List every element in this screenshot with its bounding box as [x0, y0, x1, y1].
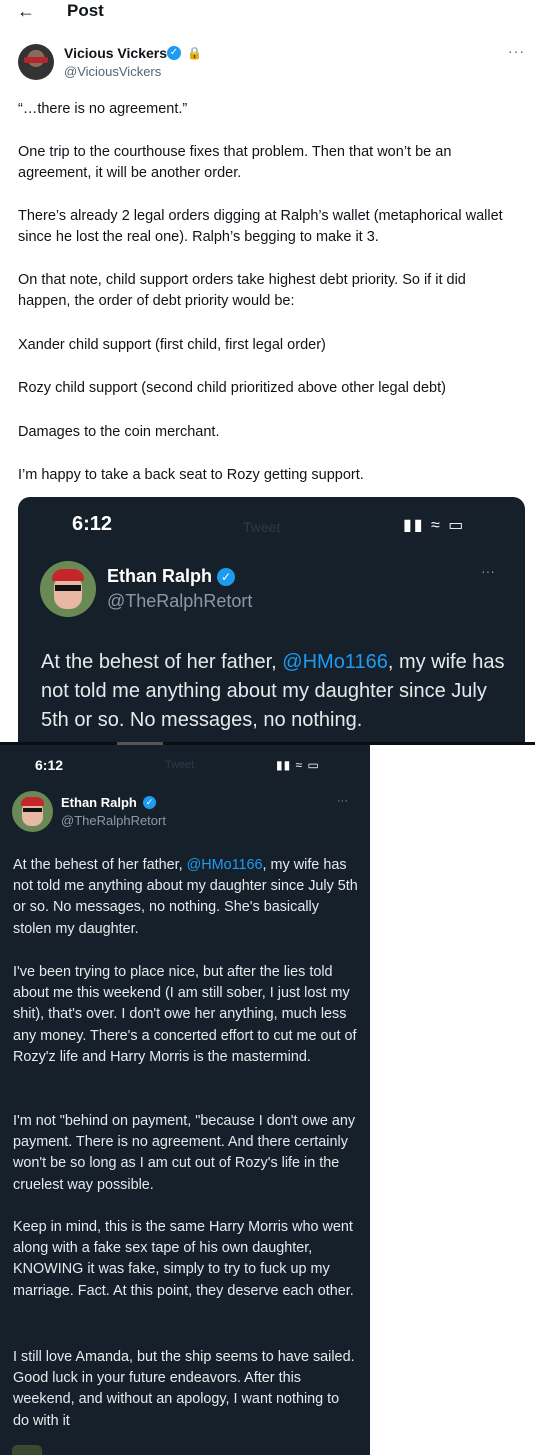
author-name[interactable]: Vicious Vickers [64, 45, 167, 61]
verified-badge-icon: ✓ [143, 796, 156, 809]
embedded-tweet-paragraph: I'm not "behind on payment, "because I d… [13, 1113, 356, 1193]
embedded-tweet-paragraph: I've been trying to place nice, but afte… [13, 964, 357, 1065]
more-options-icon[interactable]: ··· [508, 43, 525, 59]
tweet-paragraph: On that note, child support orders take … [18, 272, 466, 309]
tweet-paragraph: There’s already 2 legal orders digging a… [18, 208, 503, 245]
avatar [40, 561, 96, 617]
tweet-paragraph: Rozy child support (second child priorit… [18, 380, 446, 396]
attached-image-2[interactable]: 6:12 Tweet ▮▮ ≈ ▭ Ethan Ralph ✓ @TheRalp… [0, 745, 370, 1455]
status-time: 6:12 [35, 757, 64, 773]
embedded-tweet-paragraph: I still love Amanda, but the ship seems … [13, 1349, 355, 1429]
verified-badge-icon: ✓ [167, 46, 181, 60]
tweet-paragraph: One trip to the courthouse fixes that pr… [18, 144, 452, 181]
arrow-left-icon[interactable]: ← [17, 1, 35, 22]
lock-icon: 🔒 [187, 46, 202, 60]
status-time: 6:12 [72, 513, 113, 535]
author-handle[interactable]: @ViciousVickers [64, 64, 161, 79]
post-header: ← Post [0, 0, 535, 26]
tweet-paragraph: Damages to the coin merchant. [18, 424, 220, 440]
ghost-title: Tweet [165, 759, 195, 771]
more-options-icon: ··· [337, 795, 348, 807]
avatar[interactable] [18, 44, 54, 80]
tweet-paragraph: “…there is no agreement.” [18, 101, 188, 117]
embedded-tweet-text: At the behest of her father, @HMo1166, m… [41, 651, 505, 731]
attached-image-1[interactable]: 6:12 Tweet ▮▮ ≈ ▭ Ethan Ralph ✓ @TheRalp… [18, 497, 525, 742]
more-options-icon: ··· [481, 563, 495, 579]
tweet-paragraph: Xander child support (first child, first… [18, 337, 326, 353]
embedded-author-handle: @TheRalphRetort [107, 591, 253, 611]
embedded-author-handle: @TheRalphRetort [61, 813, 166, 828]
avatar [12, 791, 53, 832]
embedded-author-name: Ethan Ralph [107, 566, 213, 586]
mention-link: @HMo1166 [186, 857, 263, 873]
tweet-paragraph: I’m happy to take a back seat to Rozy ge… [18, 467, 364, 483]
status-icons: ▮▮ ≈ ▭ [403, 517, 466, 534]
mention-link: @HMo1166 [282, 651, 388, 673]
embedded-author-name: Ethan Ralph [61, 795, 137, 810]
status-icons: ▮▮ ≈ ▭ [276, 758, 320, 772]
embedded-tweet-paragraph: At the behest of her father, @HMo1166, m… [13, 857, 358, 937]
verified-badge-icon: ✓ [217, 568, 235, 586]
embedded-tweet-paragraph: Keep in mind, this is the same Harry Mor… [13, 1219, 354, 1299]
ghost-title: Tweet [243, 519, 281, 535]
page-title: Post [67, 1, 104, 20]
